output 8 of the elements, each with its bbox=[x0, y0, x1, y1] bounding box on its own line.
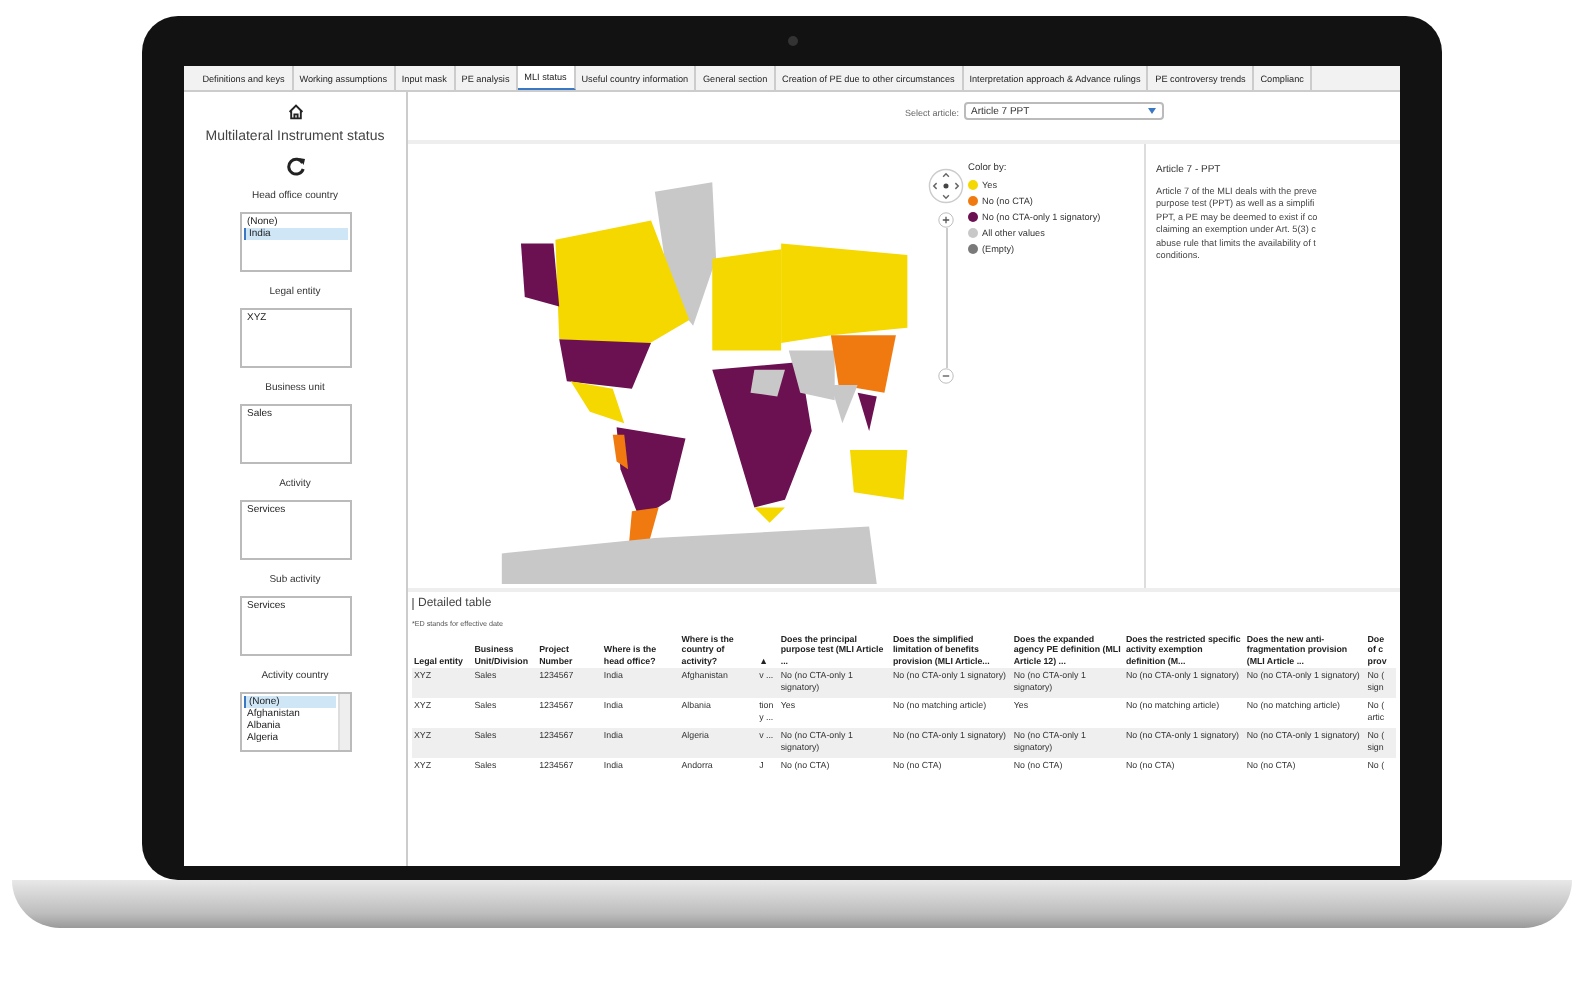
pan-control-icon[interactable] bbox=[928, 168, 964, 204]
camera-icon bbox=[787, 36, 797, 46]
refresh-icon[interactable] bbox=[285, 156, 305, 176]
zoom-in-icon[interactable] bbox=[938, 212, 954, 228]
zoom-out-icon[interactable] bbox=[938, 368, 954, 384]
scrollbar[interactable] bbox=[337, 694, 349, 750]
caret-icon bbox=[1147, 108, 1155, 114]
home-icon[interactable] bbox=[287, 104, 303, 120]
